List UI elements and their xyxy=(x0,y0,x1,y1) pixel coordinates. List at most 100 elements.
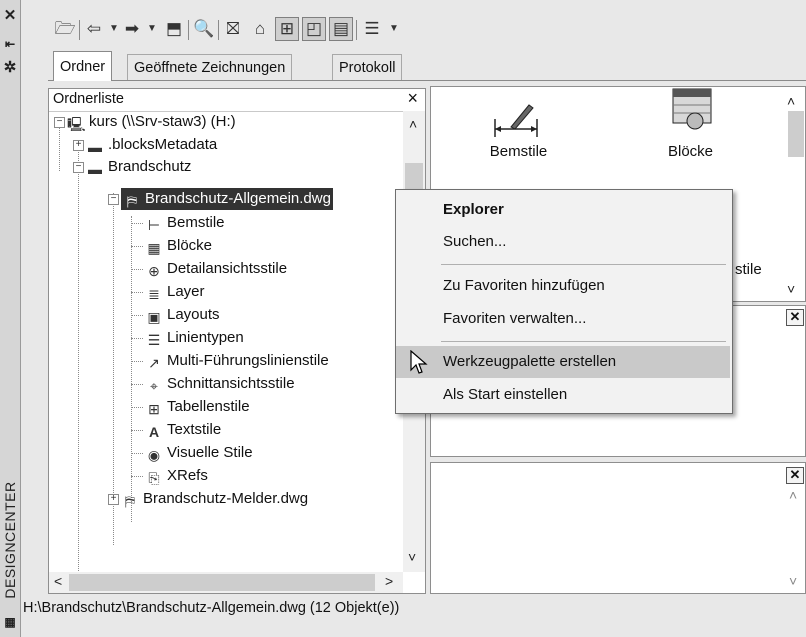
preview-item-label[interactable]: stile xyxy=(735,261,762,278)
dimstyle-icon: ⊢ xyxy=(147,217,161,233)
description-close-icon[interactable]: ✕ xyxy=(786,467,804,484)
scroll-right-icon[interactable]: > xyxy=(385,573,393,589)
home-icon[interactable]: ⌂ xyxy=(249,18,271,40)
preview-item-label[interactable]: Bemstile xyxy=(481,143,556,160)
scroll-up-icon[interactable]: ˄ xyxy=(787,93,795,109)
load-icon[interactable]: 🗁 xyxy=(54,18,76,40)
toolbar-separator xyxy=(356,20,357,40)
blocks-icon: ▦ xyxy=(147,240,161,256)
tree-item-xrefs[interactable]: ⎘ XRefs xyxy=(145,465,207,487)
detail-view-style-icon: ⊕ xyxy=(148,263,160,279)
tab-geoeffnete-zeichnungen[interactable]: Geöffnete Zeichnungen xyxy=(127,54,293,80)
collapse-toggle[interactable]: − xyxy=(73,162,84,173)
layout-icon: ▣ xyxy=(147,309,161,325)
tree-connector xyxy=(131,246,143,247)
menu-item-zu-favoriten[interactable]: Zu Favoriten hinzufügen xyxy=(396,270,730,302)
scroll-up-icon[interactable]: ˄ xyxy=(409,116,417,132)
palette-title: DESIGNCENTER xyxy=(2,481,18,599)
tree-connector xyxy=(131,361,143,362)
menu-item-suchen[interactable]: Suchen... xyxy=(396,226,730,258)
description-pane: ✕ ˄ ˅ xyxy=(430,462,806,594)
tree-item-textstile[interactable]: A Textstile xyxy=(145,419,221,441)
description-icon[interactable]: ▤ xyxy=(329,17,353,41)
views-icon[interactable]: ☰ xyxy=(361,18,383,40)
close-icon[interactable]: ✕ xyxy=(3,8,17,24)
tree-item-brandschutz-melder[interactable]: ⛿ Brandschutz-Melder.dwg xyxy=(121,488,308,510)
tree-item-layouts[interactable]: ▣ Layouts xyxy=(145,304,219,326)
tree-item-linientypen[interactable]: ☰ Linientypen xyxy=(145,327,244,349)
tab-protokoll[interactable]: Protokoll xyxy=(332,54,403,80)
tree-connector xyxy=(131,338,143,339)
tree-item-detailansichtsstile[interactable]: ⊕ Detailansichtsstile xyxy=(145,258,287,280)
back-icon[interactable]: ⇦ xyxy=(83,18,105,40)
tab-ordner[interactable]: Ordner xyxy=(53,51,113,81)
scroll-up-icon[interactable]: ˄ xyxy=(789,487,797,503)
folder-icon: ▬ xyxy=(88,161,102,177)
auto-hide-icon[interactable]: ⇤ xyxy=(3,36,17,52)
tree-horizontal-scrollbar[interactable]: < > xyxy=(49,572,403,593)
tree-item-brandschutz-allgemein[interactable]: ⛿ Brandschutz-Allgemein.dwg xyxy=(121,188,333,210)
menu-separator xyxy=(441,341,726,342)
status-bar: H:\Brandschutz\Brandschutz-Allgemein.dwg… xyxy=(23,600,400,616)
xref-icon: ⎘ xyxy=(148,470,160,486)
up-icon[interactable]: ⬒ xyxy=(163,18,185,40)
tree-item-blocksmetadata[interactable]: ▬ .blocksMetadata xyxy=(86,134,217,156)
tree-item-brandschutz[interactable]: ▬ Brandschutz xyxy=(86,156,191,178)
forward-icon[interactable]: ➡ xyxy=(121,18,143,40)
tree-connector xyxy=(131,384,143,385)
tree-connector xyxy=(59,123,60,171)
menu-item-favoriten-verwalten[interactable]: Favoriten verwalten... xyxy=(396,303,730,335)
tree-item-bloecke[interactable]: ▦ Blöcke xyxy=(145,235,212,257)
tree-close-icon[interactable]: × xyxy=(407,89,418,109)
tree-item-visuelle-stile[interactable]: ◉ Visuelle Stile xyxy=(145,442,253,464)
linetype-icon: ☰ xyxy=(147,332,161,348)
tree-item-bemstile[interactable]: ⊢ Bemstile xyxy=(145,212,225,234)
favorites-icon[interactable]: ⛝ xyxy=(222,18,244,40)
preview-item-label[interactable]: Blöcke xyxy=(653,143,728,160)
tree-header-title: Ordnerliste xyxy=(53,91,124,107)
forward-dropdown-icon[interactable]: ▼ xyxy=(141,18,163,40)
tree-item-schnittansichtsstile[interactable]: ⌖ Schnittansichtsstile xyxy=(145,373,295,395)
scroll-thumb[interactable] xyxy=(69,574,375,591)
multileader-icon: ↗ xyxy=(148,355,160,371)
tree-connector xyxy=(131,223,143,224)
tree-connector xyxy=(131,269,143,270)
menu-item-werkzeugpalette-erstellen[interactable]: Werkzeugpalette erstellen xyxy=(396,346,730,378)
visual-style-icon: ◉ xyxy=(147,447,161,463)
tree-view-toggle-icon[interactable]: ⊞ xyxy=(275,17,299,41)
tree-item-layer[interactable]: ≣ Layer xyxy=(145,281,204,303)
expand-toggle[interactable]: + xyxy=(73,140,84,151)
views-dropdown-icon[interactable]: ▼ xyxy=(383,18,405,40)
tree-connector xyxy=(131,453,143,454)
tree-item-tabellenstile[interactable]: ⊞ Tabellenstile xyxy=(145,396,249,418)
palette-grip-icon: ▦ xyxy=(4,615,16,629)
tree-item-multi-fuehrungslinienstile[interactable]: ↗ Multi-Führungslinienstile xyxy=(145,350,329,372)
tree-connector xyxy=(131,292,143,293)
collapse-toggle[interactable]: − xyxy=(108,194,119,205)
scroll-down-icon[interactable]: ˅ xyxy=(789,573,797,589)
toolbar-separator xyxy=(188,20,189,40)
section-view-style-icon: ⌖ xyxy=(150,378,158,394)
scroll-thumb[interactable] xyxy=(788,111,804,157)
collapse-toggle[interactable]: − xyxy=(54,117,65,128)
tree-connector xyxy=(131,407,143,408)
menu-separator xyxy=(441,264,726,265)
blocks-large-icon xyxy=(672,88,712,130)
expand-toggle[interactable]: + xyxy=(108,494,119,505)
tree-item-drive[interactable]: 🖳 kurs (\\Srv-staw3) (H:) xyxy=(67,111,236,133)
context-menu: Explorer Suchen... Zu Favoriten hinzufüg… xyxy=(395,189,733,414)
preview-icon[interactable]: ◰ xyxy=(302,17,326,41)
scroll-left-icon[interactable]: < xyxy=(54,573,62,589)
properties-icon[interactable]: ✲ xyxy=(3,60,17,76)
scroll-down-icon[interactable]: ˅ xyxy=(408,549,416,565)
search-icon[interactable]: 🔍 xyxy=(193,18,215,40)
drawing-file-icon: ⛿ xyxy=(124,493,136,509)
scroll-down-icon[interactable]: ˅ xyxy=(787,281,795,297)
preview-close-icon[interactable]: ✕ xyxy=(786,309,804,326)
tree-connector xyxy=(78,145,79,571)
menu-item-explorer[interactable]: Explorer xyxy=(396,194,730,226)
layer-icon: ≣ xyxy=(148,286,160,302)
menu-item-als-start[interactable]: Als Start einstellen xyxy=(396,379,730,411)
text-style-icon: A xyxy=(148,424,160,440)
tree-connector xyxy=(131,315,143,316)
